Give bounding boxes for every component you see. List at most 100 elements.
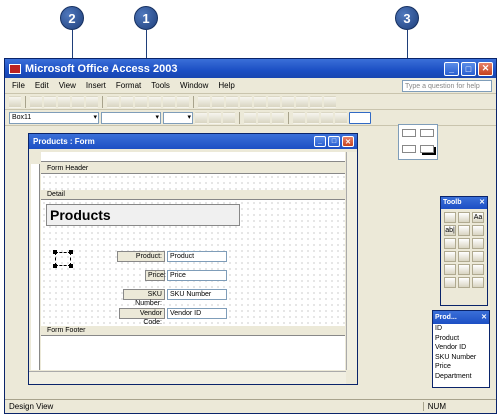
bound-object-tool[interactable] (458, 264, 470, 275)
price-textbox[interactable]: Price (167, 270, 227, 281)
italic-icon[interactable] (209, 111, 221, 124)
menu-insert[interactable]: Insert (85, 81, 107, 90)
vendor-code-textbox[interactable]: Vendor ID (167, 308, 227, 319)
field-item[interactable]: Department (433, 372, 489, 382)
page-break-tool[interactable] (472, 264, 484, 275)
font-color-icon[interactable] (307, 111, 319, 124)
combo-box-tool[interactable] (472, 238, 484, 249)
sku-number-textbox[interactable]: SKU Number (167, 289, 227, 300)
menu-view[interactable]: View (58, 81, 77, 90)
list-box-tool[interactable] (444, 251, 456, 262)
align-right-icon[interactable] (272, 111, 284, 124)
unbound-object-tool[interactable] (444, 264, 456, 275)
undo-icon[interactable] (163, 95, 175, 108)
form-close-button[interactable]: ✕ (342, 136, 354, 147)
text-box-tool[interactable]: ab| (444, 225, 456, 236)
autoformat-icon[interactable] (240, 95, 252, 108)
detail-bar[interactable]: Detail (41, 190, 345, 200)
paste-icon[interactable] (135, 95, 147, 108)
spell-icon[interactable] (86, 95, 98, 108)
font-combo[interactable] (101, 111, 161, 124)
field-item[interactable]: Product (433, 334, 489, 344)
properties-icon[interactable] (268, 95, 280, 108)
help-icon[interactable] (324, 95, 336, 108)
menu-file[interactable]: File (11, 81, 26, 90)
effect-sunken-option[interactable] (402, 145, 416, 153)
form-horizontal-scrollbar[interactable] (29, 371, 346, 384)
select-objects-tool[interactable] (444, 212, 456, 223)
label-tool[interactable]: Aa (472, 212, 484, 223)
hyperlink-icon[interactable] (198, 95, 210, 108)
field-item[interactable]: Price (433, 362, 489, 372)
bold-icon[interactable] (195, 111, 207, 124)
form-maximize-button[interactable]: □ (328, 136, 340, 147)
code-icon[interactable] (254, 95, 266, 108)
menu-tools[interactable]: Tools (150, 81, 171, 90)
image-tool[interactable] (472, 251, 484, 262)
view-icon[interactable] (9, 95, 21, 108)
form-design-surface[interactable]: Form Header Detail Products Product: Pro… (41, 164, 345, 370)
new-object-icon[interactable] (310, 95, 322, 108)
effect-raised-option[interactable] (420, 129, 434, 137)
product-textbox[interactable]: Product (167, 251, 227, 262)
toolbox-icon[interactable] (226, 95, 238, 108)
check-box-tool[interactable] (458, 238, 470, 249)
redo-icon[interactable] (177, 95, 189, 108)
field-item[interactable]: Vendor ID (433, 343, 489, 353)
line-color-icon[interactable] (321, 111, 333, 124)
vendor-code-label[interactable]: Vendor Code: (119, 308, 165, 326)
selected-box-control[interactable] (53, 250, 73, 268)
tab-control-tool[interactable] (444, 277, 456, 288)
products-title-label[interactable]: Products (46, 204, 240, 226)
control-wizards-tool[interactable] (458, 212, 470, 223)
field-item[interactable]: SKU Number (433, 353, 489, 363)
subform-tool[interactable] (458, 277, 470, 288)
field-list-close-icon[interactable]: ✕ (481, 311, 489, 324)
option-group-tool[interactable] (458, 225, 470, 236)
close-button[interactable]: ✕ (478, 61, 493, 76)
help-search-input[interactable]: Type a question for help (402, 79, 492, 92)
field-item[interactable]: ID (433, 324, 489, 334)
minimize-button[interactable]: _ (444, 61, 459, 76)
toolbox-close-icon[interactable]: ✕ (479, 197, 487, 209)
copy-icon[interactable] (121, 95, 133, 108)
menu-help[interactable]: Help (217, 81, 235, 90)
object-combo[interactable]: Box11 (9, 111, 99, 124)
database-window-icon[interactable] (296, 95, 308, 108)
option-button-tool[interactable] (444, 238, 456, 249)
cut-icon[interactable] (107, 95, 119, 108)
font-size-combo[interactable] (163, 111, 193, 124)
preview-icon[interactable] (72, 95, 84, 108)
field-list-icon[interactable] (212, 95, 224, 108)
effect-shadowed-option[interactable] (420, 145, 434, 153)
print-icon[interactable] (58, 95, 70, 108)
align-center-icon[interactable] (258, 111, 270, 124)
fill-color-icon[interactable] (293, 111, 305, 124)
command-button-tool[interactable] (458, 251, 470, 262)
price-label[interactable]: Price: (145, 270, 166, 281)
form-minimize-button[interactable]: _ (314, 136, 326, 147)
line-tool[interactable] (472, 277, 484, 288)
form-vertical-scrollbar[interactable] (346, 152, 357, 370)
form-header-bar[interactable]: Form Header (41, 164, 345, 174)
build-icon[interactable] (282, 95, 294, 108)
effect-flat-option[interactable] (402, 129, 416, 137)
detail-section[interactable]: Products Product: Product Price: Price S… (41, 200, 345, 326)
underline-icon[interactable] (223, 111, 235, 124)
sku-number-label[interactable]: SKU Number: (123, 289, 165, 307)
menu-format[interactable]: Format (115, 81, 142, 90)
form-header-section[interactable] (41, 174, 345, 190)
product-label[interactable]: Product: (117, 251, 165, 262)
toggle-button-tool[interactable] (472, 225, 484, 236)
maximize-button[interactable]: □ (461, 61, 476, 76)
format-painter-icon[interactable] (149, 95, 161, 108)
align-left-icon[interactable] (244, 111, 256, 124)
form-footer-bar[interactable]: Form Footer (41, 326, 345, 336)
status-view: Design View (9, 402, 54, 411)
menu-window[interactable]: Window (179, 81, 209, 90)
line-width-icon[interactable] (335, 111, 347, 124)
menu-edit[interactable]: Edit (34, 81, 50, 90)
special-effect-icon[interactable] (349, 111, 371, 124)
save-icon[interactable] (30, 95, 42, 108)
search-icon[interactable] (44, 95, 56, 108)
